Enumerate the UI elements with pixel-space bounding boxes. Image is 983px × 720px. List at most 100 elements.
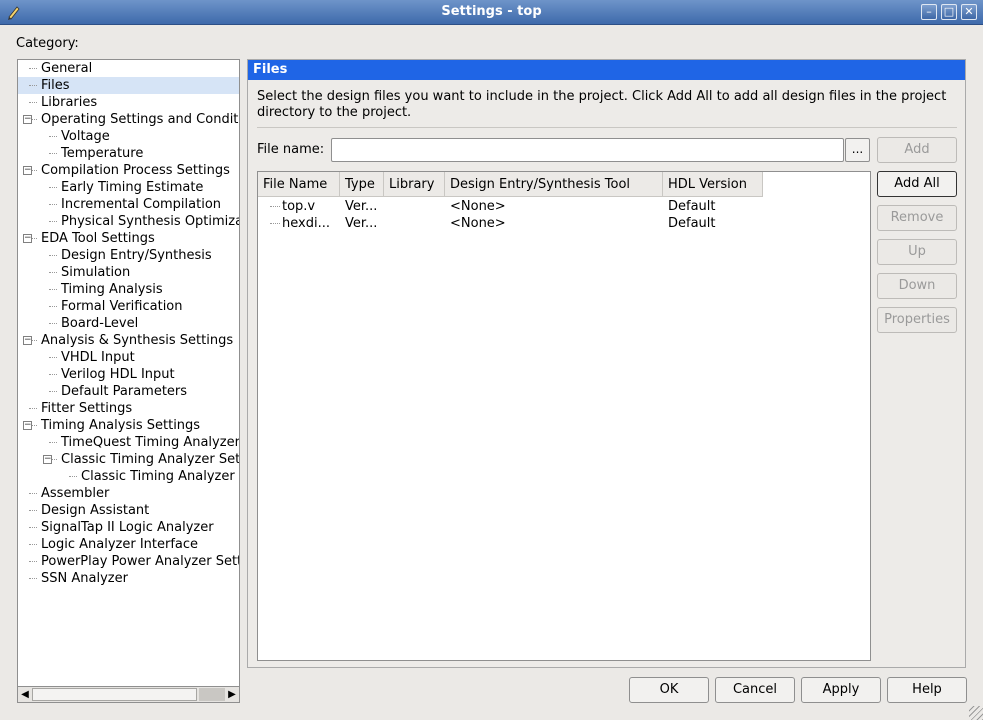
tree-connector (29, 493, 37, 494)
tree-item[interactable]: Fitter Settings (29, 400, 239, 417)
collapse-icon[interactable]: − (23, 421, 32, 430)
files-panel: Files Select the design files you want t… (247, 59, 966, 668)
tree-item[interactable]: − Analysis & Synthesis Settings (23, 332, 239, 349)
tree-item[interactable]: General (29, 60, 239, 77)
tree-connector (29, 68, 37, 69)
tree-item[interactable]: Default Parameters (49, 383, 239, 400)
tree-item-label: Board-Level (61, 316, 139, 331)
table-cell-type[interactable]: Ver... (345, 215, 377, 232)
tree-item[interactable]: Verilog HDL Input (49, 366, 239, 383)
tree-item[interactable]: Design Entry/Synthesis (49, 247, 239, 264)
tree-item-label: Compilation Process Settings (41, 163, 230, 178)
tree-item-label: Early Timing Estimate (61, 180, 204, 195)
column-header-hdl-version[interactable]: HDL Version (663, 172, 763, 197)
collapse-icon[interactable]: − (23, 234, 32, 243)
tree-item[interactable]: Physical Synthesis Optimiza (49, 213, 239, 230)
collapse-icon[interactable]: − (23, 336, 32, 345)
files-table[interactable]: File Name Type Library Design Entry/Synt… (257, 171, 871, 661)
tree-item[interactable]: Formal Verification (49, 298, 239, 315)
collapse-icon[interactable]: − (23, 166, 32, 175)
tree-item[interactable]: Voltage (49, 128, 239, 145)
tree-item[interactable]: Early Timing Estimate (49, 179, 239, 196)
browse-button[interactable]: ... (845, 138, 870, 162)
tree-item[interactable]: Files (18, 77, 239, 94)
tree-item-label: Assembler (41, 486, 110, 501)
table-cell-tool[interactable]: <None> (450, 215, 506, 232)
table-cell-tool[interactable]: <None> (450, 198, 506, 215)
maximize-icon[interactable]: □ (941, 4, 957, 20)
tree-item-label: Analysis & Synthesis Settings (41, 333, 234, 348)
category-label: Category: (16, 36, 79, 51)
tree-item[interactable]: − Operating Settings and Conditic (23, 111, 240, 128)
tree-item[interactable]: TimeQuest Timing Analyzer (49, 434, 239, 451)
file-name-input[interactable] (331, 138, 844, 162)
resize-grip-icon[interactable] (969, 706, 983, 720)
column-header-design-entry-tool[interactable]: Design Entry/Synthesis Tool (445, 172, 663, 197)
collapse-icon[interactable]: − (23, 115, 32, 124)
apply-button[interactable]: Apply (801, 677, 881, 703)
table-cell-hdl-version[interactable]: Default (668, 198, 716, 215)
tree-connector (29, 544, 37, 545)
tree-item[interactable]: VHDL Input (49, 349, 239, 366)
tree-connector (29, 85, 37, 86)
tree-item-label: VHDL Input (61, 350, 135, 365)
table-cell-type[interactable]: Ver... (345, 198, 377, 215)
tree-item[interactable]: SSN Analyzer (29, 570, 239, 587)
tree-item[interactable]: Libraries (29, 94, 239, 111)
cancel-button[interactable]: Cancel (715, 677, 795, 703)
remove-button[interactable]: Remove (877, 205, 957, 231)
tree-item-label: Timing Analysis (61, 282, 163, 297)
column-header-type[interactable]: Type (340, 172, 384, 197)
tree-item-label: PowerPlay Power Analyzer Sett (41, 554, 240, 569)
tree-item-label: Libraries (41, 95, 98, 110)
collapse-icon[interactable]: − (43, 455, 52, 464)
tree-connector (49, 204, 57, 205)
tree-item[interactable]: Assembler (29, 485, 239, 502)
panel-description: Select the design files you want to incl… (257, 89, 947, 120)
scrollbar-thumb[interactable] (32, 688, 197, 701)
tree-item[interactable]: − Timing Analysis Settings (23, 417, 239, 434)
scroll-left-icon[interactable]: ◀ (18, 687, 32, 702)
down-button[interactable]: Down (877, 273, 957, 299)
tree-item[interactable]: Simulation (49, 264, 239, 281)
tree-connector (49, 153, 57, 154)
scroll-right-icon[interactable]: ▶ (225, 687, 239, 702)
tree-item[interactable]: SignalTap II Logic Analyzer (29, 519, 239, 536)
tree-item[interactable]: Timing Analysis (49, 281, 239, 298)
column-header-file-name[interactable]: File Name (258, 172, 340, 197)
tree-item-label: Temperature (61, 146, 144, 161)
table-cell-file-name[interactable]: top.v (282, 198, 315, 215)
ok-button[interactable]: OK (629, 677, 709, 703)
category-tree[interactable]: General Files Libraries − Operating Settings… (17, 59, 240, 703)
tree-item[interactable]: Board-Level (49, 315, 239, 332)
tree-item[interactable]: − EDA Tool Settings (23, 230, 239, 247)
tree-item-label: Operating Settings and Conditic (41, 112, 240, 127)
tree-connector (49, 221, 57, 222)
close-icon[interactable]: ✕ (961, 4, 977, 20)
add-button[interactable]: Add (877, 137, 957, 163)
properties-button[interactable]: Properties (877, 307, 957, 333)
tree-item[interactable]: Temperature (49, 145, 239, 162)
tree-connector (49, 136, 57, 137)
tree-item-label: EDA Tool Settings (41, 231, 155, 246)
tree-item[interactable]: Incremental Compilation (49, 196, 239, 213)
tree-item[interactable]: − Compilation Process Settings (23, 162, 239, 179)
up-button[interactable]: Up (877, 239, 957, 265)
tree-connector (29, 408, 37, 409)
tree-horizontal-scrollbar[interactable]: ◀ ▶ (17, 686, 240, 703)
tree-item-label: Default Parameters (61, 384, 188, 399)
tree-item[interactable]: Classic Timing Analyzer (69, 468, 239, 485)
minimize-icon[interactable]: – (921, 4, 937, 20)
tree-connector (49, 289, 57, 290)
tree-item[interactable]: − Classic Timing Analyzer Set (43, 451, 239, 468)
tree-item[interactable]: Logic Analyzer Interface (29, 536, 239, 553)
table-cell-hdl-version[interactable]: Default (668, 215, 716, 232)
tree-item[interactable]: Design Assistant (29, 502, 239, 519)
tree-connector (69, 476, 77, 477)
divider (257, 127, 957, 128)
help-button[interactable]: Help (887, 677, 967, 703)
table-cell-file-name[interactable]: hexdi... (282, 215, 330, 232)
column-header-library[interactable]: Library (384, 172, 445, 197)
add-all-button[interactable]: Add All (877, 171, 957, 197)
tree-item[interactable]: PowerPlay Power Analyzer Sett (29, 553, 240, 570)
